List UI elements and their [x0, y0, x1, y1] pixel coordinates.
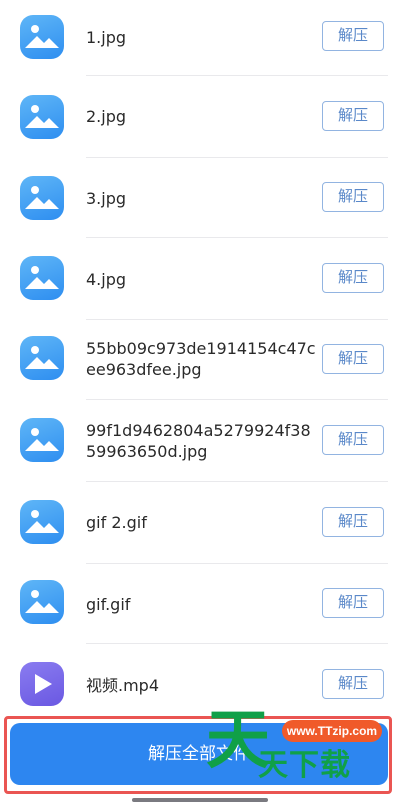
- file-name: 视频.mp4: [86, 676, 160, 695]
- file-name: 1.jpg: [86, 28, 127, 47]
- list-item[interactable]: gif 2.gif 解压: [0, 482, 400, 564]
- image-icon: [20, 15, 64, 59]
- extract-button[interactable]: 解压: [322, 507, 384, 537]
- list-item[interactable]: 2.jpg 解压: [0, 76, 400, 158]
- file-name: 55bb09c973de1914154c47cee963dfee.jpg: [86, 339, 316, 379]
- list-item[interactable]: 3.jpg 解压: [0, 158, 400, 238]
- list-item[interactable]: 1.jpg 解压: [0, 0, 400, 76]
- list-item[interactable]: 55bb09c973de1914154c47cee963dfee.jpg 解压: [0, 320, 400, 400]
- image-icon: [20, 256, 64, 300]
- extract-button[interactable]: 解压: [322, 182, 384, 212]
- image-icon: [20, 176, 64, 220]
- list-item[interactable]: 视频.mp4 解压: [0, 644, 400, 706]
- extract-button[interactable]: 解压: [322, 263, 384, 293]
- file-name: gif.gif: [86, 595, 131, 614]
- extract-button[interactable]: 解压: [322, 21, 384, 51]
- screen: 1.jpg 解压 2.jpg 解压 3.jpg 解压 4.jpg 解压 55bb…: [0, 0, 400, 802]
- file-name: 99f1d9462804a5279924f3859963650d.jpg: [86, 421, 311, 461]
- extract-button[interactable]: 解压: [322, 344, 384, 374]
- home-indicator[interactable]: [132, 798, 268, 802]
- image-icon: [20, 336, 64, 380]
- list-item[interactable]: gif.gif 解压: [0, 564, 400, 644]
- image-icon: [20, 95, 64, 139]
- file-name: 2.jpg: [86, 107, 127, 126]
- file-name: 3.jpg: [86, 189, 127, 208]
- file-name: 4.jpg: [86, 270, 127, 289]
- extract-button[interactable]: 解压: [322, 101, 384, 131]
- list-item[interactable]: 99f1d9462804a5279924f3859963650d.jpg 解压: [0, 400, 400, 482]
- extract-button[interactable]: 解压: [322, 669, 384, 699]
- image-icon: [20, 580, 64, 624]
- list-item[interactable]: 4.jpg 解压: [0, 238, 400, 320]
- video-icon: [20, 662, 64, 706]
- extract-button[interactable]: 解压: [322, 425, 384, 455]
- extract-button[interactable]: 解压: [322, 588, 384, 618]
- image-icon: [20, 500, 64, 544]
- bottom-bar: 解压全部文件: [0, 706, 400, 802]
- highlight-frame: [4, 716, 392, 794]
- image-icon: [20, 418, 64, 462]
- file-name: gif 2.gif: [86, 513, 147, 532]
